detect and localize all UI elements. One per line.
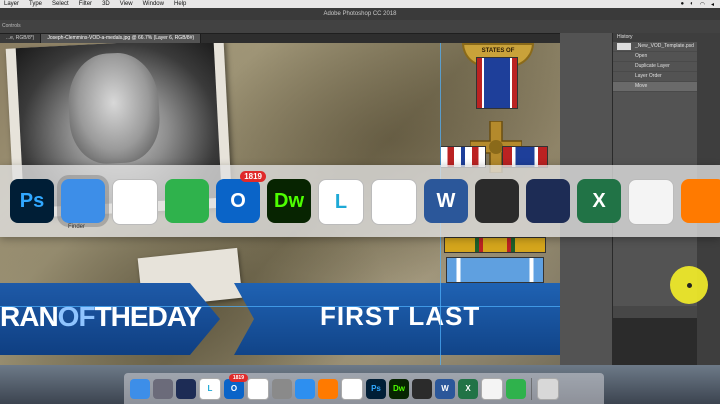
finder-dock-icon[interactable] [130, 378, 150, 399]
wifi-icon[interactable]: ◠ [700, 1, 705, 8]
veteran-of-the-day-banner: RANOFTHEDAY [0, 283, 220, 355]
dreamweaver-dock-icon[interactable]: Dw [389, 378, 409, 399]
chrome-icon[interactable] [112, 179, 158, 225]
va-dock-icon[interactable] [176, 378, 196, 399]
volume-icon[interactable]: ◂ [711, 1, 714, 8]
lynda-dock-icon[interactable]: L [199, 377, 221, 400]
app-titlebar: Adobe Photoshop CC 2018 [0, 8, 720, 20]
cursor-highlight [670, 266, 708, 304]
name-banner: FIRST LAST [234, 283, 560, 355]
camtasia-icon[interactable] [165, 179, 209, 223]
ribbon-bar-4 [446, 257, 544, 283]
history-step[interactable]: Open [613, 52, 698, 62]
ribbon-bar-3 [444, 237, 546, 253]
app-switcher-overlay: Ps O 1819 Dw L W X Finder [0, 165, 720, 237]
mac-menubar: Layer Type Select Filter 3D View Window … [0, 0, 720, 8]
notification-badge: 1819 [228, 373, 248, 382]
dock-separator [531, 377, 532, 400]
finder-icon[interactable] [61, 179, 105, 223]
acrobat-icon[interactable] [475, 179, 519, 223]
menu-help[interactable]: Help [170, 1, 192, 7]
firefox-dock-icon[interactable] [318, 378, 338, 399]
excel-icon[interactable]: X [577, 179, 621, 223]
history-step[interactable]: Duplicate Layer [613, 62, 698, 72]
options-bar: Controls [0, 20, 720, 34]
selected-app-label: Finder [68, 224, 86, 230]
menu-filter[interactable]: Filter [75, 1, 98, 7]
lynda-icon[interactable]: L [318, 179, 364, 225]
launchpad-dock-icon[interactable] [153, 378, 173, 399]
history-step[interactable]: Layer Order [613, 72, 698, 82]
status-icon[interactable]: ◐ [690, 1, 694, 8]
system-prefs-dock-icon[interactable] [272, 378, 292, 399]
portrait-face [66, 50, 162, 166]
notification-badge: 1819 [240, 171, 266, 182]
history-snapshot[interactable]: _New_VOD_Template.psd [613, 42, 698, 52]
menu-select[interactable]: Select [48, 1, 75, 7]
firefox-icon[interactable] [681, 179, 720, 223]
outlook-dock-icon[interactable]: O 1819 [224, 373, 248, 399]
tab-document-1[interactable]: ...e, RGB/8*) [0, 34, 42, 43]
menu-window[interactable]: Window [139, 1, 170, 7]
menu-layer[interactable]: Layer [0, 1, 25, 7]
vpn-globe-icon[interactable] [371, 179, 417, 225]
status-icon[interactable]: ● [680, 1, 684, 8]
menubar-status-icons: ● ◐ ◠ ◂ [680, 1, 720, 8]
history-panel-footer [613, 306, 698, 318]
guide-line-horizontal [0, 306, 560, 307]
trash-dock-icon[interactable] [537, 377, 559, 400]
photoshop-icon[interactable]: Ps [10, 179, 54, 223]
word-icon[interactable]: W [424, 179, 468, 223]
tab-document-2[interactable]: Joseph-Clemmins-VOD-a-medals.jpg @ 66.7%… [41, 34, 202, 43]
history-panel-title[interactable]: History [613, 33, 698, 42]
dreamweaver-icon[interactable]: Dw [267, 179, 311, 223]
snapshot-thumbnail [617, 43, 631, 50]
menu-type[interactable]: Type [25, 1, 48, 7]
history-step[interactable]: Move [613, 82, 698, 92]
word-dock-icon[interactable]: W [435, 378, 455, 399]
photoshop-dock-icon[interactable]: Ps [366, 378, 386, 399]
acrobat-dock-icon[interactable] [412, 378, 432, 399]
vpn-dock-icon[interactable] [247, 377, 269, 400]
macos-dock: L O 1819 Ps Dw W X [124, 373, 604, 404]
chrome-dock-icon[interactable] [341, 377, 363, 400]
outlook-icon[interactable]: O 1819 [216, 171, 266, 223]
document-tabs: ...e, RGB/8*) Joseph-Clemmins-VOD-a-meda… [0, 34, 612, 43]
textedit-icon[interactable] [628, 179, 674, 225]
excel-dock-icon[interactable]: X [458, 378, 478, 399]
menu-3d[interactable]: 3D [98, 1, 116, 7]
medal-ribbon [476, 57, 518, 109]
textedit-dock-icon[interactable] [481, 377, 503, 400]
safari-dock-icon[interactable] [295, 378, 315, 399]
menu-view[interactable]: View [116, 1, 139, 7]
va-seal-icon[interactable] [526, 179, 570, 223]
camtasia-dock-icon[interactable] [506, 378, 526, 399]
snapshot-label: _New_VOD_Template.psd [635, 43, 694, 49]
